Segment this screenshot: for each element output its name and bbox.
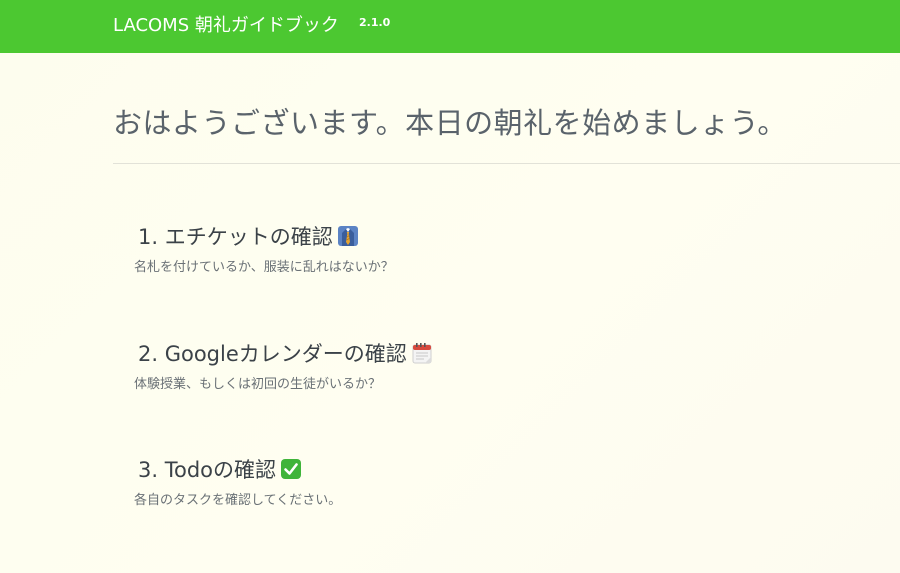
item-title-text: 2. Googleカレンダーの確認 [138,342,407,366]
item-description: 体験授業、もしくは初回の生徒がいるか？ [134,377,382,392]
divider [113,163,900,164]
item-title-text: 1. エチケットの確認 [138,225,333,249]
calendar-icon [411,342,433,364]
item-title: 2. Googleカレンダーの確認 [138,339,433,369]
app-title[interactable]: LACOMS 朝礼ガイドブック [113,14,339,38]
version-label: 2.1.0 [359,16,391,29]
item-description: 各自のタスクを確認してください。 [134,493,342,508]
item-title-text: 3. Todoの確認 [138,458,276,482]
item-title: 1. エチケットの確認 [138,222,359,252]
greeting-heading: おはようございます。本日の朝礼を始めましょう。 [113,106,787,140]
item-title: 3. Todoの確認 [138,455,302,485]
necktie-icon [337,225,359,247]
check-mark-icon [280,458,302,480]
item-description: 名札を付けているか、服装に乱れはないか？ [134,260,394,275]
app-bar: LACOMS 朝礼ガイドブック 2.1.0 [0,0,900,53]
